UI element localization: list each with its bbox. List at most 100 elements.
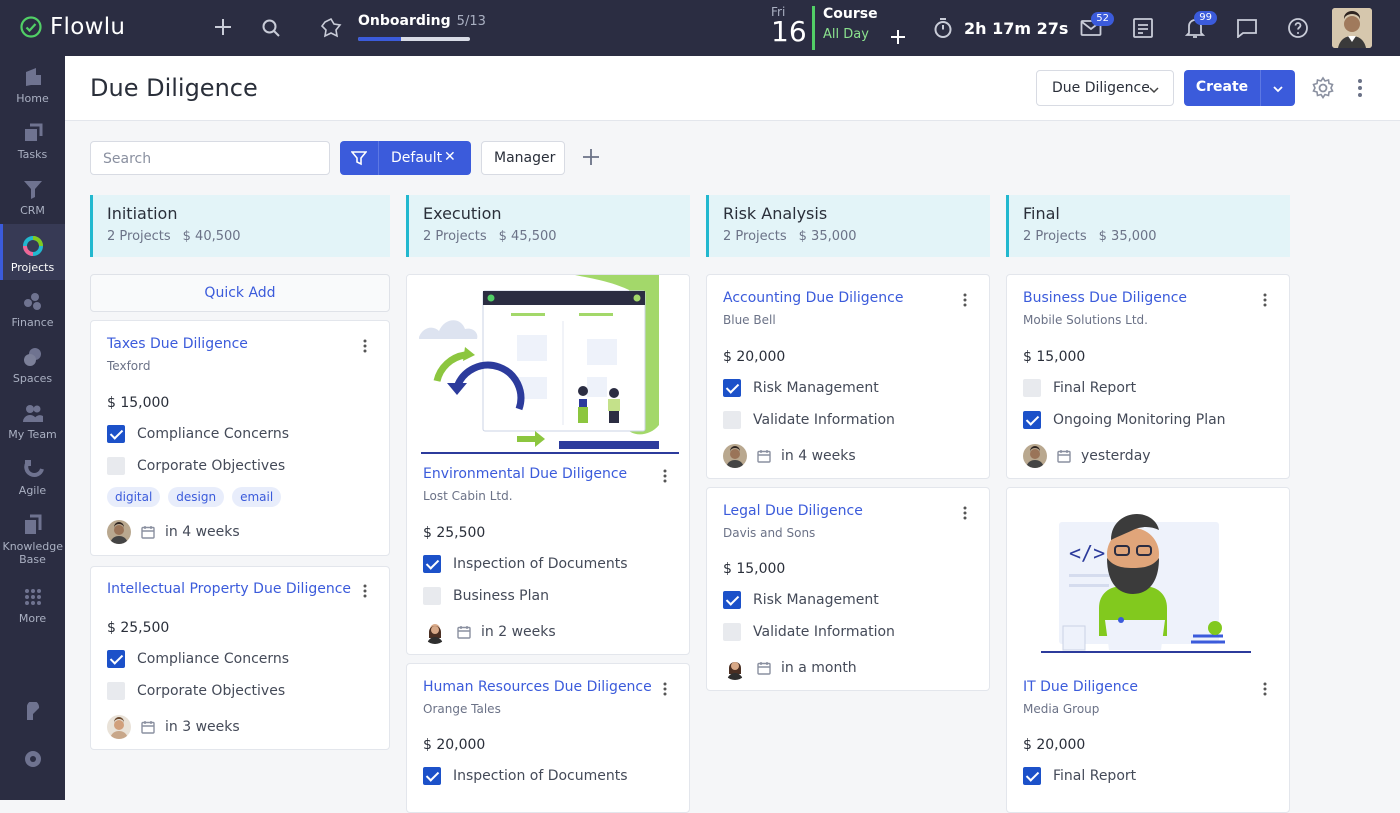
- card-menu-icon[interactable]: [1263, 292, 1267, 311]
- avatar[interactable]: [723, 656, 747, 680]
- card-menu-icon[interactable]: [663, 468, 667, 487]
- sidebar-item-agile[interactable]: Agile: [0, 458, 65, 508]
- sidebar-item-projects[interactable]: Projects: [0, 224, 65, 280]
- checkbox-checked[interactable]: [107, 650, 125, 668]
- tag[interactable]: design: [168, 487, 225, 507]
- task-item[interactable]: Final Report: [1023, 767, 1136, 785]
- create-button[interactable]: Create: [1184, 70, 1295, 106]
- quick-add-button[interactable]: Quick Add: [90, 274, 390, 312]
- sidebar-item-finance[interactable]: Finance: [0, 290, 65, 340]
- sidebar-item-home[interactable]: Home: [0, 66, 65, 116]
- notes-icon[interactable]: [1132, 17, 1154, 43]
- card-title[interactable]: Business Due Diligence: [1023, 290, 1187, 306]
- card-title[interactable]: Environmental Due Diligence: [423, 466, 627, 482]
- help-icon[interactable]: [1287, 17, 1309, 43]
- project-card-accounting[interactable]: Accounting Due Diligence Blue Bell $ 20,…: [706, 274, 990, 479]
- sidebar-item-more[interactable]: More: [0, 586, 65, 636]
- checkbox-checked[interactable]: [1023, 767, 1041, 785]
- card-client: Texford: [107, 359, 151, 373]
- card-menu-icon[interactable]: [363, 583, 367, 602]
- add-event-icon[interactable]: [889, 28, 907, 50]
- checkbox-unchecked[interactable]: [107, 682, 125, 700]
- checkbox-checked[interactable]: [107, 425, 125, 443]
- task-item[interactable]: Final Report: [1023, 379, 1136, 397]
- task-item[interactable]: Compliance Concerns: [107, 650, 289, 668]
- task-item[interactable]: Corporate Objectives: [107, 457, 285, 475]
- avatar[interactable]: [107, 715, 131, 739]
- checkbox-checked[interactable]: [723, 379, 741, 397]
- app-logo[interactable]: Flowlu: [20, 14, 125, 40]
- project-card-environmental[interactable]: Environmental Due Diligence Lost Cabin L…: [406, 274, 690, 655]
- card-title[interactable]: Taxes Due Diligence: [107, 336, 248, 352]
- chat-icon[interactable]: [1236, 18, 1258, 42]
- card-menu-icon[interactable]: [363, 338, 367, 357]
- card-title[interactable]: Intellectual Property Due Diligence: [107, 581, 351, 597]
- card-title[interactable]: Accounting Due Diligence: [723, 290, 903, 306]
- tag[interactable]: digital: [107, 487, 161, 507]
- card-menu-icon[interactable]: [663, 681, 667, 700]
- task-item[interactable]: Validate Information: [723, 411, 895, 429]
- tag[interactable]: email: [232, 487, 282, 507]
- checkbox-unchecked[interactable]: [1023, 379, 1041, 397]
- time-tracker[interactable]: 2h 17m 27s: [932, 17, 1068, 39]
- project-card-taxes[interactable]: Taxes Due Diligence Texford $ 15,000 Com…: [90, 320, 390, 556]
- more-options-icon[interactable]: [1357, 78, 1363, 102]
- mail-icon[interactable]: 52: [1080, 12, 1114, 42]
- checkbox-checked[interactable]: [723, 591, 741, 609]
- close-icon[interactable]: ✕: [444, 149, 456, 165]
- sidebar-item-tasks[interactable]: Tasks: [0, 122, 65, 172]
- project-card-intellectual-property[interactable]: Intellectual Property Due Diligence $ 25…: [90, 566, 390, 750]
- card-title[interactable]: Legal Due Diligence: [723, 503, 863, 519]
- task-item[interactable]: Inspection of Documents: [423, 555, 628, 573]
- filter-icon[interactable]: [340, 141, 379, 175]
- checkbox-unchecked[interactable]: [423, 587, 441, 605]
- project-card-legal[interactable]: Legal Due Diligence Davis and Sons $ 15,…: [706, 487, 990, 691]
- checkbox-unchecked[interactable]: [723, 411, 741, 429]
- task-item[interactable]: Validate Information: [723, 623, 895, 641]
- sidebar-item-spaces[interactable]: Spaces: [0, 346, 65, 396]
- sidebar-item-crm[interactable]: CRM: [0, 178, 65, 228]
- checkbox-checked[interactable]: [1023, 411, 1041, 429]
- card-menu-icon[interactable]: [963, 505, 967, 524]
- checkbox-unchecked[interactable]: [107, 457, 125, 475]
- calendar-date[interactable]: Fri 16: [771, 5, 807, 46]
- card-title[interactable]: Human Resources Due Diligence: [423, 679, 652, 695]
- pipeline-select[interactable]: Due Diligence: [1036, 70, 1174, 106]
- search-input[interactable]: Search: [90, 141, 330, 175]
- task-item[interactable]: Corporate Objectives: [107, 682, 285, 700]
- add-filter-icon[interactable]: [580, 146, 602, 172]
- sidebar-item-settings[interactable]: [0, 748, 65, 778]
- current-event[interactable]: Course All Day: [812, 6, 878, 50]
- avatar[interactable]: [723, 444, 747, 468]
- task-item[interactable]: Compliance Concerns: [107, 425, 289, 443]
- avatar[interactable]: [107, 520, 131, 544]
- project-card-it[interactable]: </> IT Due Diligence Media Group $ 20,00…: [1006, 487, 1290, 813]
- project-card-human-resources[interactable]: Human Resources Due Diligence Orange Tal…: [406, 663, 690, 813]
- filter-default-button[interactable]: Default ✕: [340, 141, 471, 175]
- card-title[interactable]: IT Due Diligence: [1023, 679, 1138, 695]
- avatar[interactable]: [1023, 444, 1047, 468]
- checkbox-unchecked[interactable]: [723, 623, 741, 641]
- plus-icon[interactable]: [212, 16, 234, 42]
- search-icon[interactable]: [261, 18, 281, 42]
- card-menu-icon[interactable]: [963, 292, 967, 311]
- project-card-business[interactable]: Business Due Diligence Mobile Solutions …: [1006, 274, 1290, 479]
- sidebar-item-integrations[interactable]: [0, 702, 65, 732]
- user-avatar[interactable]: [1332, 8, 1372, 48]
- task-item[interactable]: Risk Management: [723, 591, 879, 609]
- onboarding-widget[interactable]: Onboarding 5/13: [320, 10, 486, 41]
- card-menu-icon[interactable]: [1263, 681, 1267, 700]
- avatar[interactable]: [423, 620, 447, 644]
- checkbox-checked[interactable]: [423, 767, 441, 785]
- task-item[interactable]: Risk Management: [723, 379, 879, 397]
- gear-icon[interactable]: [1311, 76, 1335, 104]
- task-item[interactable]: Business Plan: [423, 587, 549, 605]
- sidebar-item-knowledge-base[interactable]: Knowledge Base: [0, 514, 65, 576]
- task-item[interactable]: Inspection of Documents: [423, 767, 628, 785]
- sidebar-item-my-team[interactable]: My Team: [0, 402, 65, 452]
- task-item[interactable]: Ongoing Monitoring Plan: [1023, 411, 1226, 429]
- manager-filter-button[interactable]: Manager: [481, 141, 565, 175]
- checkbox-checked[interactable]: [423, 555, 441, 573]
- bell-icon[interactable]: 99: [1184, 11, 1217, 43]
- create-dropdown-toggle[interactable]: [1260, 70, 1295, 106]
